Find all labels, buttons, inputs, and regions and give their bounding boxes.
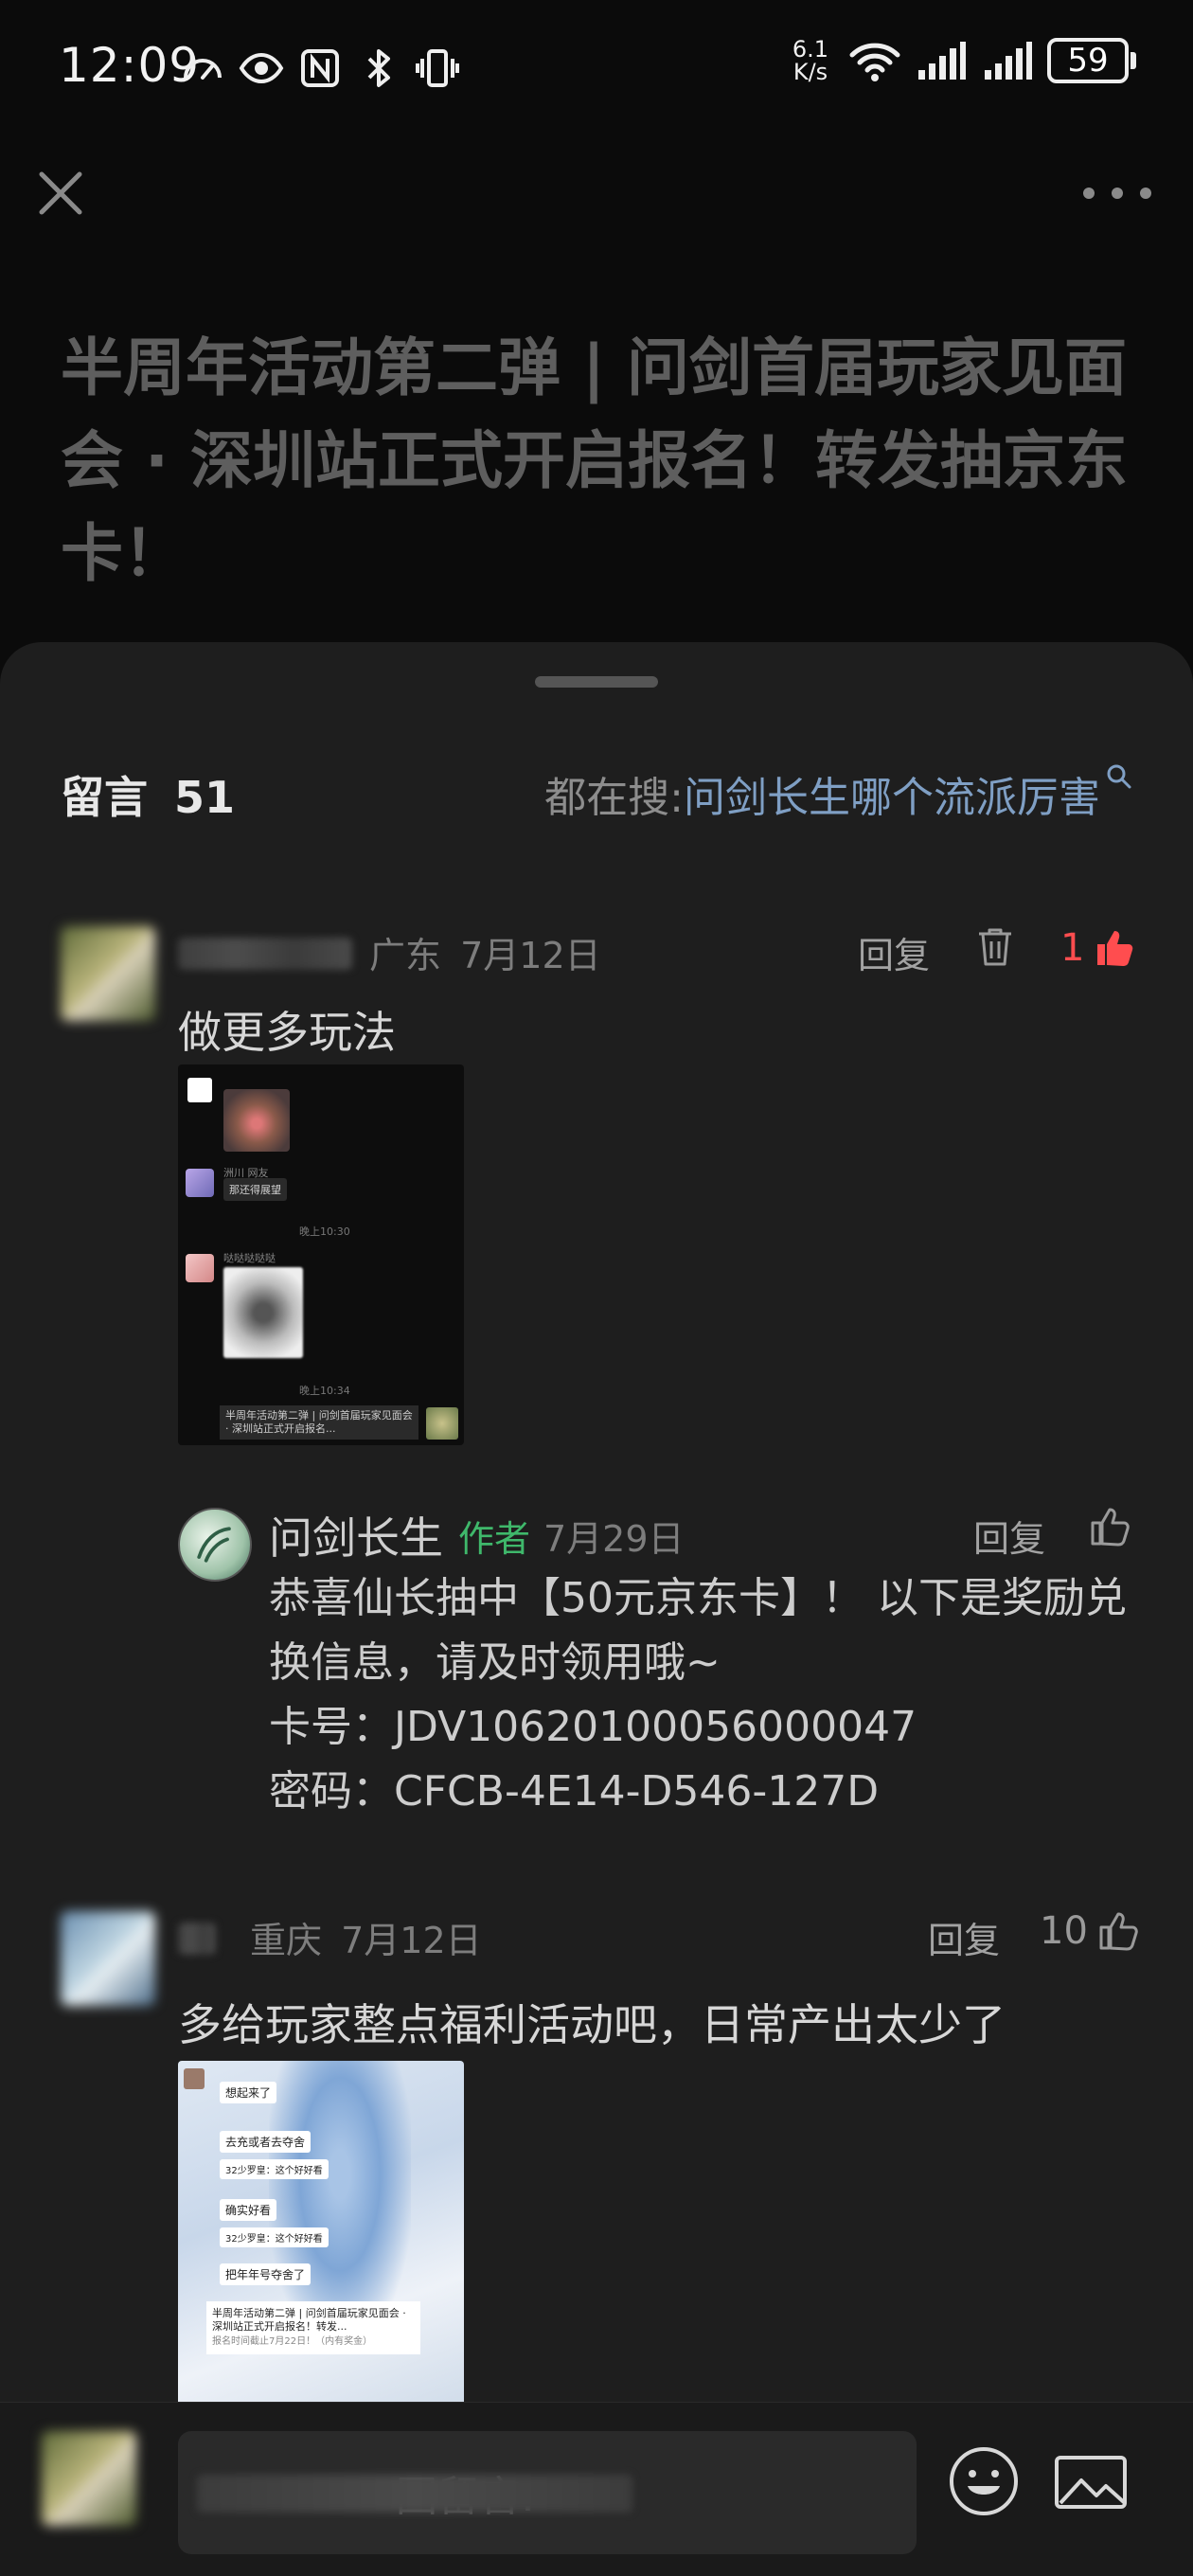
sender-avatar <box>186 1254 214 1282</box>
author-reply-password: 密码：CFCB-4E14-D546-127D <box>269 1767 880 1816</box>
more-dot-icon <box>1083 188 1095 199</box>
author-tag: 作者 <box>458 1518 531 1560</box>
status-left-icons <box>180 45 460 91</box>
chat-bubble: 32少罗皇：这个好好看 <box>220 2227 329 2247</box>
battery-icon: 59 <box>1047 38 1136 83</box>
comment-date: 7月12日 <box>460 935 601 976</box>
chat-bubble: 那还得展望 <box>223 1178 287 1201</box>
comment-image[interactable]: 洲川 网友 那还得展望 晚上10:30 哒哒哒哒哒 晚上10:34 半周年活动第… <box>178 1064 464 1445</box>
status-time: 12:09 <box>59 38 201 93</box>
reply-button[interactable]: 回复 <box>928 1911 1000 1963</box>
more-options-button[interactable] <box>1083 174 1151 212</box>
vibrate-icon <box>416 49 459 87</box>
more-dot-icon <box>1140 188 1151 199</box>
status-bar: 12:09 6.1 K/s 59 <box>0 0 1193 133</box>
author-reply-line: 恭喜仙长抽中【50元京东卡】！ 以下是奖励兑换信息，请及时领用哦~ <box>269 1574 1127 1687</box>
image-icon[interactable] <box>1053 2454 1129 2511</box>
search-icon <box>1107 764 1131 789</box>
more-dot-icon <box>1112 188 1123 199</box>
close-button[interactable] <box>32 165 89 222</box>
like-button[interactable]: 1 <box>1060 926 1135 970</box>
article-title: 半周年活动第二弹 | 问剑首届玩家见面会 · 深圳站正式开启报名！转发抽京东卡！ <box>61 331 1129 590</box>
battery-level: 59 <box>1047 38 1129 83</box>
avatar[interactable] <box>61 926 155 1021</box>
status-right-icons: 6.1 K/s 59 <box>786 38 1136 83</box>
comment-location: 重庆 <box>250 1920 323 1961</box>
author-name[interactable]: 问剑长生 <box>269 1504 443 1566</box>
comment-input-bar: 回留言: <box>0 2402 1193 2576</box>
search-prefix: 都在搜: <box>544 774 684 822</box>
chat-bubble: 把年年号夺舍了 <box>220 2263 312 2285</box>
search-suggestion[interactable]: 都在搜: 问剑长生哪个流派厉害 <box>544 763 1132 824</box>
comments-count: 51 <box>174 772 236 823</box>
sender-avatar <box>186 1169 214 1197</box>
comments-header: 留言 51 <box>61 763 235 826</box>
card-avatar <box>426 1407 458 1440</box>
input-name-redacted <box>197 2475 632 2513</box>
comment-location: 广东 <box>369 935 442 976</box>
signal-icon-2 <box>985 42 1032 80</box>
meme-sticker <box>223 1089 290 1152</box>
speedometer-icon <box>184 59 222 80</box>
network-speed-unit: K/s <box>792 59 828 85</box>
nfc-icon <box>301 49 339 87</box>
search-term-link[interactable]: 问剑长生哪个流派厉害 <box>684 763 1100 824</box>
qr-avatar <box>187 1078 212 1102</box>
like-count: 10 <box>1040 1909 1088 1953</box>
comment-meta: 重庆 7月12日 <box>250 1911 482 1963</box>
chat-bubble: 想起来了 <box>220 2082 277 2103</box>
author-avatar[interactable] <box>178 1508 252 1582</box>
emoji-icon[interactable] <box>947 2444 1021 2518</box>
like-button[interactable]: 10 <box>1040 1909 1139 1953</box>
comment-image[interactable]: 想起来了 去充或者去夺舍 32少罗皇：这个好好看 确实好看 32少罗皇：这个好好… <box>178 2061 464 2413</box>
close-icon <box>39 171 82 215</box>
reply-date: 7月29日 <box>543 1518 685 1560</box>
commenter-name-redacted <box>178 938 352 970</box>
reply-button[interactable]: 回复 <box>858 926 930 978</box>
comment-input[interactable]: 回留言: <box>178 2431 917 2554</box>
shared-article-card: 半周年活动第二弹 | 问剑首届玩家见面会 · 深圳站正式开启报名！转发... 报… <box>206 2301 420 2354</box>
comment-date: 7月12日 <box>341 1920 482 1961</box>
delete-icon[interactable] <box>975 926 1015 968</box>
comments-label: 留言 <box>61 772 148 823</box>
chat-bubble: 去充或者去夺舍 <box>220 2131 312 2153</box>
comments-sheet: 留言 51 都在搜: 问剑长生哪个流派厉害 广东 7月12日 回复 1 做更多玩… <box>0 642 1193 2576</box>
thumbs-up-filled-icon <box>1097 931 1133 966</box>
author-reply-card-number: 卡号：JDV10620100056000047 <box>269 1703 917 1751</box>
thumbs-up-icon <box>1099 1912 1138 1951</box>
my-avatar <box>42 2431 136 2526</box>
chat-bubble: 32少罗皇：这个好好看 <box>220 2159 329 2179</box>
shared-article-card: 半周年活动第二弹 | 问剑首届玩家见面会 · 深圳站正式开启报名... <box>220 1405 418 1440</box>
shared-card-sub: 报名时间截止7月22日！（内有奖金） <box>212 2336 373 2347</box>
commenter-name-redacted <box>178 1923 216 1955</box>
shared-card-title: 半周年活动第二弹 | 问剑首届玩家见面会 · 深圳站正式开启报名！转发... <box>212 2307 406 2333</box>
bluetooth-icon <box>367 49 390 87</box>
comment-text: 做更多玩法 <box>178 1007 396 1058</box>
chat-time: 晚上10:34 <box>299 1385 350 1397</box>
network-speed-value: 6.1 <box>792 36 829 63</box>
author-reply-text: 恭喜仙长抽中【50元京东卡】！ 以下是奖励兑换信息，请及时领用哦~ 卡号：JDV… <box>269 1566 1140 1824</box>
comment-meta: 广东 7月12日 <box>369 926 601 978</box>
comment-text: 多给玩家整点福利活动吧，日常产出太少了 <box>178 1999 1006 2050</box>
chat-bubble: 确实好看 <box>220 2199 277 2221</box>
network-speed: 6.1 K/s <box>786 38 835 83</box>
signal-icon <box>918 42 966 80</box>
sheet-drag-handle[interactable] <box>535 676 658 688</box>
avatar[interactable] <box>61 1911 155 2006</box>
sender-name: 哒哒哒哒哒 <box>223 1252 276 1264</box>
chat-time: 晚上10:30 <box>299 1225 350 1238</box>
sender-avatar <box>184 2068 205 2089</box>
thumbs-up-icon[interactable] <box>1089 1506 1131 1547</box>
reply-button[interactable]: 回复 <box>973 1510 1045 1562</box>
wifi-icon <box>849 43 900 81</box>
eye-icon <box>239 52 284 84</box>
meme-sticker <box>223 1267 303 1358</box>
brand-logo-icon <box>197 1527 231 1563</box>
like-count: 1 <box>1060 926 1085 970</box>
